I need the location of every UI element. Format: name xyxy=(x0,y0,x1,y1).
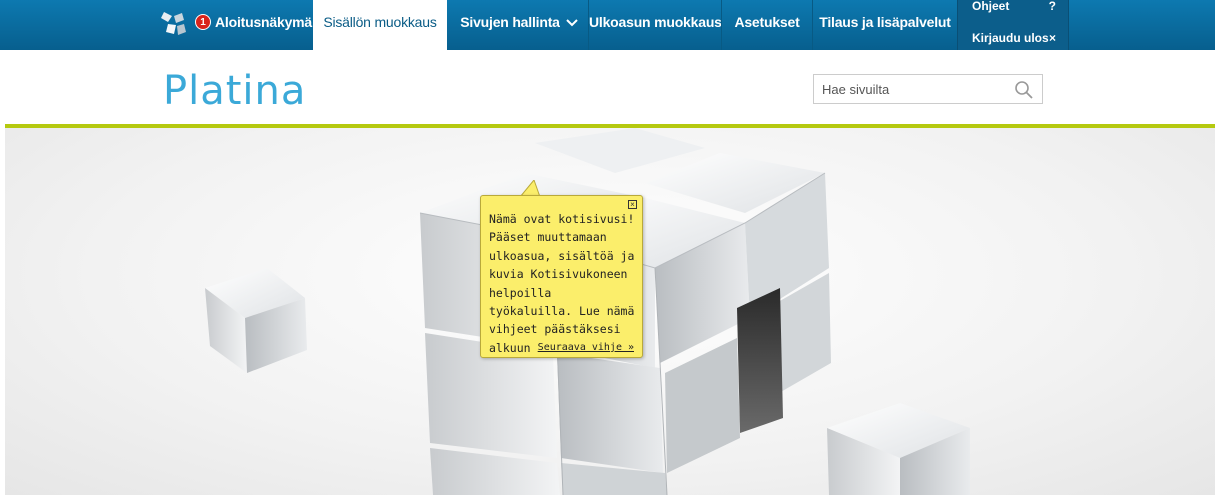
account-menu: Ohjeet ? Kirjaudu ulos × xyxy=(957,0,1069,50)
help-label: Ohjeet xyxy=(972,0,1010,13)
help-icon: ? xyxy=(1048,0,1056,13)
help-link[interactable]: Ohjeet ? xyxy=(958,0,1068,18)
close-icon[interactable]: × xyxy=(628,200,637,209)
next-hint-link[interactable]: Seuraava vihje » xyxy=(538,342,634,353)
notification-badge[interactable]: 1 xyxy=(195,14,211,30)
admin-toolbar: 1 Aloitusnäkymä Sisällön muokkaus Sivuje… xyxy=(0,0,1215,50)
tab-page-management[interactable]: Sivujen hallinta xyxy=(450,0,588,50)
hint-tooltip: × Nämä ovat kotisivusi! Pääset muuttamaa… xyxy=(480,195,643,358)
tab-content-editing[interactable]: Sisällön muokkaus xyxy=(313,0,447,50)
site-title[interactable]: Platina xyxy=(163,68,306,114)
chevron-down-icon xyxy=(566,19,578,27)
search-input[interactable] xyxy=(814,75,1002,103)
nav-home[interactable]: Aloitusnäkymä xyxy=(215,0,312,50)
site-search xyxy=(813,74,1043,104)
tab-appearance[interactable]: Ulkoasun muokkaus xyxy=(589,0,722,50)
tab-page-management-label: Sivujen hallinta xyxy=(460,14,560,30)
hint-text: Nämä ovat kotisivusi! Pääset muuttamaan … xyxy=(489,212,635,355)
kotisivukone-logo-icon[interactable] xyxy=(160,10,190,38)
tab-settings[interactable]: Asetukset xyxy=(722,0,812,50)
tab-subscription[interactable]: Tilaus ja lisäpalvelut xyxy=(813,0,957,50)
logout-link[interactable]: Kirjaudu ulos × xyxy=(958,26,1068,50)
logout-label: Kirjaudu ulos xyxy=(972,31,1049,45)
close-icon: × xyxy=(1048,31,1056,45)
search-icon[interactable] xyxy=(1014,80,1034,100)
